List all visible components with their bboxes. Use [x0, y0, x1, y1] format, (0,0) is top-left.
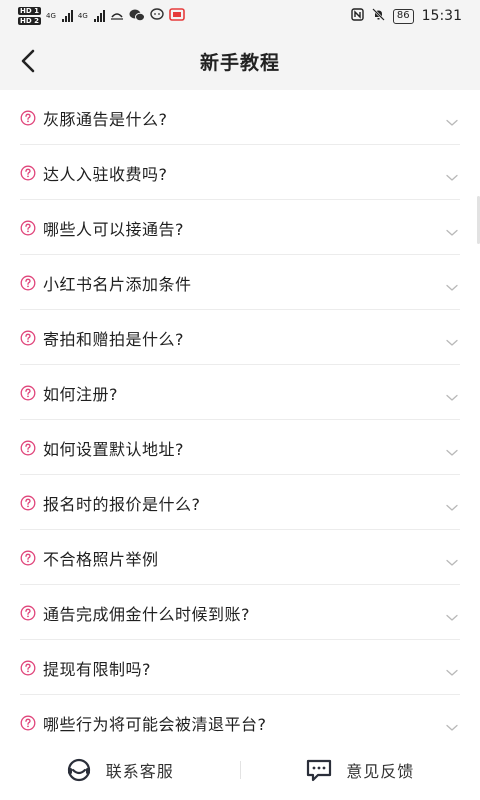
back-arrow-icon: [21, 49, 35, 73]
battery-level: 86: [392, 8, 414, 24]
question-mark-icon: [20, 110, 36, 126]
faq-item[interactable]: 报名时的报价是什么?: [0, 475, 480, 530]
signal-1-icon: [61, 10, 73, 22]
faq-item[interactable]: 灰豚通告是什么?: [0, 90, 480, 145]
nav-header: 新手教程: [0, 32, 480, 90]
network-type-2: 4G: [77, 11, 88, 20]
faq-item-label: 不合格照片举例: [43, 549, 159, 569]
faq-item[interactable]: 达人入驻收费吗?: [0, 145, 480, 200]
faq-item[interactable]: 哪些人可以接通告?: [0, 200, 480, 255]
sync-icon: [110, 9, 124, 24]
headset-icon: [67, 758, 90, 782]
chevron-down-icon: [446, 497, 458, 511]
chevron-down-icon: [446, 442, 458, 456]
faq-item[interactable]: 哪些行为将可能会被清退平台?: [0, 695, 480, 740]
question-mark-icon: [20, 330, 36, 346]
sim2-label: HD 2: [18, 17, 41, 25]
question-mark-icon: [20, 275, 36, 291]
question-mark-icon: [20, 605, 36, 621]
faq-item[interactable]: 小红书名片添加条件: [0, 255, 480, 310]
question-mark-icon: [20, 550, 36, 566]
status-bar: HD 1 HD 2 4G 4G 86 15:31: [0, 0, 480, 32]
question-mark-icon: [20, 385, 36, 401]
faq-item-label: 提现有限制吗?: [43, 659, 151, 679]
page-title: 新手教程: [199, 51, 280, 74]
bottom-bar: 联系客服 意见反馈: [0, 740, 480, 800]
faq-item[interactable]: 寄拍和赠拍是什么?: [0, 310, 480, 365]
clock: 15:31: [421, 8, 462, 24]
chevron-down-icon: [446, 607, 458, 621]
faq-item-label: 哪些行为将可能会被清退平台?: [43, 714, 267, 734]
chevron-down-icon: [446, 167, 458, 181]
faq-item[interactable]: 通告完成佣金什么时候到账?: [0, 585, 480, 640]
chevron-down-icon: [446, 387, 458, 401]
faq-item[interactable]: 提现有限制吗?: [0, 640, 480, 695]
faq-item-label: 报名时的报价是什么?: [43, 494, 201, 514]
contact-support-button[interactable]: 联系客服: [0, 740, 240, 800]
chevron-down-icon: [446, 332, 458, 346]
sim-indicator: HD 1 HD 2: [18, 6, 41, 26]
faq-item[interactable]: 不合格照片举例: [0, 530, 480, 585]
question-mark-icon: [20, 715, 36, 731]
mute-bell-icon: [372, 8, 385, 24]
faq-item[interactable]: 如何注册?: [0, 365, 480, 420]
faq-item-label: 小红书名片添加条件: [43, 274, 192, 294]
wechat-icon: [129, 8, 145, 25]
status-right: 86 15:31: [351, 8, 462, 24]
faq-item-label: 如何设置默认地址?: [43, 439, 184, 459]
question-mark-icon: [20, 660, 36, 676]
signal-2-icon: [93, 10, 105, 22]
faq-item[interactable]: 如何设置默认地址?: [0, 420, 480, 475]
message-bubble-icon: [150, 8, 164, 24]
faq-item-label: 寄拍和赠拍是什么?: [43, 329, 184, 349]
chevron-down-icon: [446, 112, 458, 126]
faq-item-label: 如何注册?: [43, 384, 118, 404]
sim1-label: HD 1: [18, 7, 41, 15]
question-mark-icon: [20, 495, 36, 511]
feedback-label: 意见反馈: [346, 762, 415, 781]
nfc-icon: [351, 8, 364, 24]
back-button[interactable]: [8, 41, 48, 81]
question-mark-icon: [20, 440, 36, 456]
faq-item-label: 哪些人可以接通告?: [43, 219, 184, 239]
network-type-1: 4G: [45, 11, 56, 20]
chevron-down-icon: [446, 662, 458, 676]
chevron-down-icon: [446, 222, 458, 236]
question-mark-icon: [20, 165, 36, 181]
chevron-down-icon: [446, 717, 458, 731]
notification-app-icon: [168, 8, 185, 24]
faq-item-label: 通告完成佣金什么时候到账?: [43, 604, 250, 624]
chevron-down-icon: [446, 277, 458, 291]
faq-list: 灰豚通告是什么? 达人入驻收费吗? 哪些人可以接通告? 小红书名片添加条件 寄拍和赠拍是…: [0, 90, 480, 740]
contact-support-label: 联系客服: [105, 762, 174, 781]
feedback-chat-icon: [307, 759, 332, 782]
feedback-button[interactable]: 意见反馈: [241, 740, 480, 800]
faq-item-label: 灰豚通告是什么?: [43, 109, 168, 129]
faq-item-label: 达人入驻收费吗?: [43, 164, 168, 184]
status-left: HD 1 HD 2 4G 4G: [18, 6, 185, 26]
chevron-down-icon: [446, 552, 458, 566]
question-mark-icon: [20, 220, 36, 236]
